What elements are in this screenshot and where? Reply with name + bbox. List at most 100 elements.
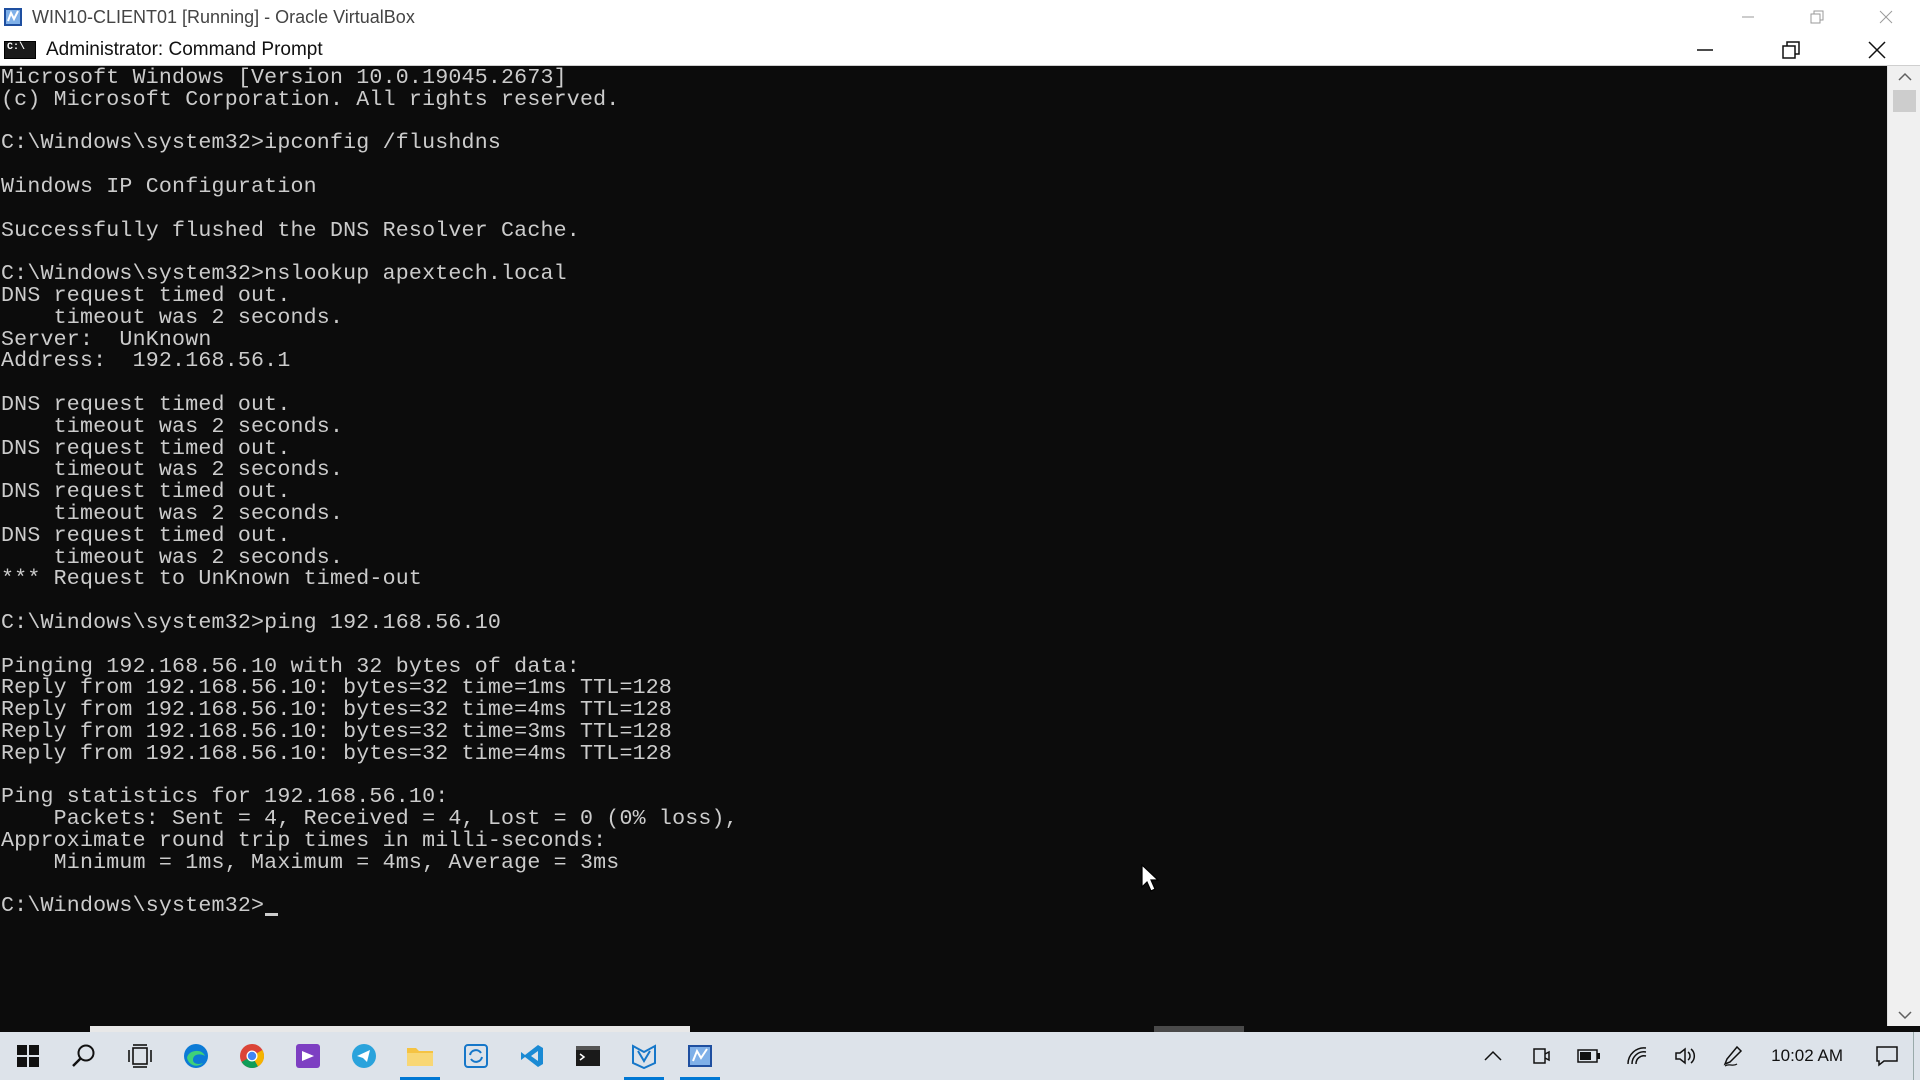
virtualbox-vm-button[interactable] [672,1032,728,1080]
telegram-icon [352,1044,376,1068]
console-line: *** Request to UnKnown timed-out [1,567,423,592]
meet-now-button[interactable] [1517,1032,1565,1080]
vbox-window-title: WIN10-CLIENT01 [Running] - Oracle Virtua… [32,6,415,27]
volume-icon [1675,1047,1696,1065]
search-icon [72,1044,95,1067]
sync-app-button[interactable] [448,1032,504,1080]
scroll-down-button[interactable] [1888,1004,1920,1026]
volume-button[interactable] [1661,1032,1709,1080]
chevron-down-icon [1897,1011,1912,1020]
windows-logo-icon [17,1045,39,1067]
notification-icon [1876,1046,1898,1067]
edge-button[interactable] [168,1032,224,1080]
console-line: DNS request timed out. [1,523,291,548]
telegram-button[interactable] [336,1032,392,1080]
cmd-close-button[interactable] [1834,34,1920,65]
cmd-minimize-button[interactable] [1662,34,1748,65]
chrome-icon [240,1044,265,1069]
command-prompt-icon [4,40,36,59]
vbox-title-bar[interactable]: WIN10-CLIENT01 [Running] - Oracle Virtua… [0,0,1920,34]
console-line: C:\Windows\system32>nslookup apextech.lo… [1,262,567,287]
tray-overflow-button[interactable] [1469,1032,1517,1080]
console-line: timeout was 2 seconds. [1,545,344,570]
console-line: Address: 192.168.56.1 [1,349,291,374]
virtualbox-manager-icon [632,1044,656,1069]
show-desktop-button[interactable] [1913,1032,1920,1080]
sync-icon [464,1044,488,1068]
cmd-restore-button[interactable] [1748,34,1834,65]
wifi-icon [1627,1047,1647,1065]
console-line: Reply from 192.168.56.10: bytes=32 time=… [1,719,673,744]
console-line: timeout was 2 seconds. [1,414,344,439]
start-button[interactable] [0,1032,56,1080]
console-line: Reply from 192.168.56.10: bytes=32 time=… [1,741,673,766]
console-line: Windows IP Configuration [1,174,317,199]
vertical-scrollbar[interactable] [1887,66,1920,1026]
meet-now-icon [1533,1048,1550,1064]
taskbar: 10:02 AM [0,1032,1920,1080]
pen-icon [1723,1045,1743,1067]
console-line: Approximate round trip times in milli-se… [1,828,607,853]
console-line: Reply from 192.168.56.10: bytes=32 time=… [1,676,673,701]
vbox-restore-button[interactable] [1782,0,1851,34]
vbox-minimize-button[interactable] [1713,0,1782,34]
chevron-up-icon [1897,72,1912,81]
battery-button[interactable] [1565,1032,1613,1080]
scroll-up-button[interactable] [1888,66,1920,88]
console-line: DNS request timed out. [1,392,291,417]
restore-icon [1782,40,1800,59]
console-line: timeout was 2 seconds. [1,501,344,526]
console-line: DNS request timed out. [1,480,291,505]
console-line: C:\Windows\system32>ping 192.168.56.10 [1,610,502,635]
mouse-cursor-icon [1141,864,1160,892]
console-line: Packets: Sent = 4, Received = 4, Lost = … [1,807,738,832]
chrome-button[interactable] [224,1032,280,1080]
console-prompt[interactable]: C:\Windows\system32> [1,895,264,918]
action-center-button[interactable] [1861,1032,1913,1080]
console-line: Successfully flushed the DNS Resolver Ca… [1,218,580,243]
visual-studio-button[interactable] [280,1032,336,1080]
vscode-button[interactable] [504,1032,560,1080]
console-text: Microsoft Windows [Version 10.0.19045.26… [0,66,1887,896]
minimize-icon [1697,48,1713,51]
task-view-button[interactable] [112,1032,168,1080]
search-button[interactable] [56,1032,112,1080]
visual-studio-icon [296,1044,320,1068]
console-line: DNS request timed out. [1,283,291,308]
text-cursor [265,913,279,917]
console-line: Ping statistics for 192.168.56.10: [1,785,449,810]
console-line: timeout was 2 seconds. [1,458,344,483]
terminal-icon [576,1046,600,1066]
close-icon [1879,10,1892,24]
vscode-icon [521,1045,543,1067]
console-line: C:\Windows\system32>ipconfig /flushdns [1,131,502,156]
virtualbox-manager-button[interactable] [616,1032,672,1080]
battery-icon [1577,1049,1601,1063]
vertical-scroll-thumb[interactable] [1893,90,1916,112]
file-explorer-button[interactable] [392,1032,448,1080]
terminal-button[interactable] [560,1032,616,1080]
cmd-title-bar[interactable]: Administrator: Command Prompt [0,34,1920,66]
cmd-window-title: Administrator: Command Prompt [46,38,323,60]
network-button[interactable] [1613,1032,1661,1080]
console-line: DNS request timed out. [1,436,291,461]
console-output[interactable]: Microsoft Windows [Version 10.0.19045.26… [0,66,1887,1026]
pen-workspace-button[interactable] [1709,1032,1757,1080]
console-line: Reply from 192.168.56.10: bytes=32 time=… [1,698,673,723]
taskbar-clock[interactable]: 10:02 AM [1757,1046,1861,1066]
console-line: Server: UnKnown [1,327,212,352]
console-line: Microsoft Windows [Version 10.0.19045.26… [1,66,567,90]
vbox-close-button[interactable] [1851,0,1920,34]
virtualbox-icon [4,8,22,26]
console-line: timeout was 2 seconds. [1,305,344,330]
restore-icon [1810,10,1823,24]
console-line: (c) Microsoft Corporation. All rights re… [1,87,620,112]
